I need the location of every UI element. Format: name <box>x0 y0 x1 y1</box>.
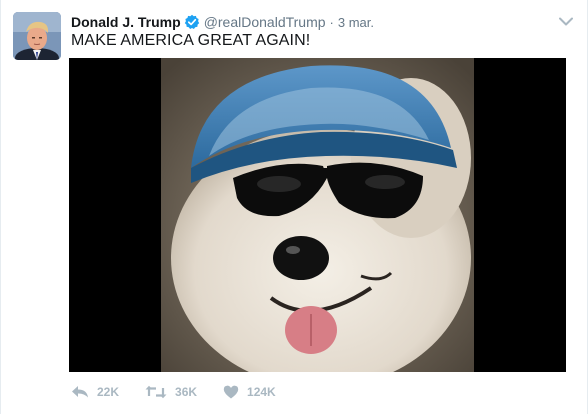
reply-button[interactable]: 22K <box>71 385 119 399</box>
tweet-menu-button[interactable] <box>557 12 575 30</box>
tweet-header: Donald J. Trump @realDonaldTrump · 3 mar… <box>71 12 557 32</box>
retweet-button[interactable]: 36K <box>145 385 197 399</box>
like-count: 124K <box>247 385 276 399</box>
chevron-down-icon <box>559 17 573 25</box>
header-separator: · <box>329 14 334 30</box>
like-button[interactable]: 124K <box>223 385 276 399</box>
heart-icon <box>223 385 239 399</box>
author-name[interactable]: Donald J. Trump <box>71 14 181 30</box>
avatar-image <box>13 12 61 60</box>
author-handle[interactable]: @realDonaldTrump <box>204 14 326 30</box>
tweet-card: Donald J. Trump @realDonaldTrump · 3 mar… <box>0 0 588 414</box>
tweet-actions: 22K 36K 124K <box>71 382 302 402</box>
tweet-text: MAKE AMERICA GREAT AGAIN! <box>71 32 311 49</box>
reply-icon <box>72 386 88 398</box>
tweet-media[interactable] <box>69 58 566 372</box>
dog-photo <box>161 58 474 372</box>
avatar[interactable] <box>13 12 61 60</box>
tweet-date[interactable]: 3 mar. <box>338 15 374 30</box>
reply-count: 22K <box>97 385 120 399</box>
retweet-icon <box>145 385 167 399</box>
verified-badge-icon <box>184 14 200 30</box>
retweet-count: 36K <box>175 385 198 399</box>
